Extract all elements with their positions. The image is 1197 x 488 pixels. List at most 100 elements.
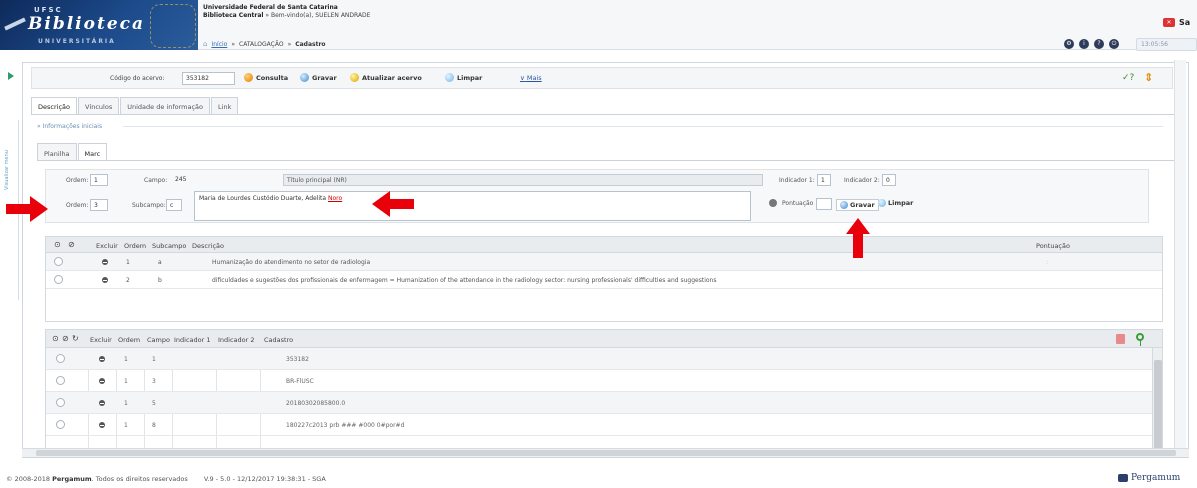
row-select-radio[interactable]: [56, 420, 65, 429]
atualizar-acervo-button[interactable]: Atualizar acervo: [350, 73, 422, 82]
info-icon[interactable]: i: [1079, 39, 1089, 49]
subfield-ordem-label: Ordem:: [66, 202, 89, 209]
clear-icon: [878, 199, 886, 207]
subfield-ordem-field[interactable]: 3: [90, 199, 108, 211]
copyright-year: © 2008-2018: [6, 475, 50, 483]
breadcrumb-section: CATALOGAÇÃO: [239, 40, 284, 48]
main-panel: Código do acervo: 353182 Consulta Gravar…: [22, 62, 1189, 458]
deselect-all-icon[interactable]: ⊘: [68, 240, 75, 249]
col-campo: Campo: [147, 336, 170, 344]
cell-descricao: Humanização do atendimento no setor de r…: [212, 259, 371, 266]
delete-icon[interactable]: [99, 400, 105, 406]
cell-campo: 8: [152, 422, 156, 429]
cell-ordem: 1: [124, 422, 128, 429]
table-row[interactable]: 1 3 BR-FlUSC: [46, 370, 1162, 392]
table-row[interactable]: 1 1 353182: [46, 348, 1162, 370]
exit-button[interactable]: ✕ Sa: [1163, 18, 1190, 27]
tab-vinculos[interactable]: Vínculos: [77, 97, 120, 115]
subfield-limpar-button[interactable]: Limpar: [878, 199, 913, 207]
delete-icon[interactable]: [99, 356, 105, 362]
delete-icon[interactable]: [99, 422, 105, 428]
expand-menu-icon[interactable]: [8, 72, 14, 80]
delete-icon[interactable]: [99, 378, 105, 384]
tab-link[interactable]: Link: [211, 97, 239, 115]
col-ordem: Ordem: [118, 336, 141, 344]
tab-unidade-informacao[interactable]: Unidade de informação: [120, 97, 211, 115]
table-scrollbar[interactable]: [1152, 348, 1162, 454]
save-icon: [300, 73, 309, 82]
tab-marc[interactable]: Marc: [77, 143, 108, 161]
mais-dropdown[interactable]: ∨ Mais: [520, 74, 542, 82]
cell-cadastro: 20180302085800.0: [286, 400, 346, 407]
sub-tabs: Planilha Marc: [37, 143, 108, 161]
col-indicador2: Indicador 2: [218, 336, 255, 344]
scrollbar-thumb[interactable]: [1154, 360, 1162, 454]
close-icon: ✕: [1163, 18, 1175, 27]
row-select-radio[interactable]: [54, 257, 63, 266]
breadcrumb-separator: »: [287, 40, 292, 48]
indicador2-field[interactable]: 0: [882, 174, 896, 186]
row-select-radio[interactable]: [56, 376, 65, 385]
pdf-icon[interactable]: [1116, 334, 1125, 344]
search-icon: [244, 73, 253, 82]
scrollbar-thumb[interactable]: [36, 450, 1176, 456]
institution-info: Universidade Federal de Santa Catarina B…: [203, 4, 370, 20]
row-select-radio[interactable]: [56, 398, 65, 407]
subfield-value-textarea[interactable]: Maria de Lourdes Custódio Duarte, Adelit…: [194, 191, 751, 221]
cell-ordem: 1: [124, 400, 128, 407]
row-select-radio[interactable]: [56, 354, 65, 363]
tab-descricao[interactable]: Descrição: [31, 97, 77, 115]
table-row[interactable]: 1 5 20180302085800.0: [46, 392, 1162, 414]
tab-planilha[interactable]: Planilha: [37, 143, 77, 161]
delete-icon[interactable]: [102, 259, 108, 265]
pergamum-logo-text: Pergamum: [1131, 473, 1181, 483]
info-section-toggle[interactable]: » Informações iniciais: [37, 123, 102, 130]
select-all-icon[interactable]: ⊙: [54, 240, 61, 249]
red-arrow-left-value: [372, 191, 414, 217]
ordem-field[interactable]: 1: [90, 174, 108, 186]
help-icon[interactable]: ?: [1094, 39, 1104, 49]
indicador1-field[interactable]: 1: [817, 174, 831, 186]
gravar-button[interactable]: Gravar: [300, 73, 337, 82]
save-icon: [840, 201, 848, 209]
acervo-code-input[interactable]: 353182: [182, 72, 235, 85]
page-footer: © 2008-2018 Pergamum. Todos os direitos …: [6, 475, 326, 483]
deselect-all-icon[interactable]: ⊘: [62, 334, 69, 343]
table-row[interactable]: 1 8 180227c2013 prb ### #000 0#por#d: [46, 414, 1162, 436]
check-icon[interactable]: ✓?: [1122, 73, 1134, 83]
refresh-icon: [350, 73, 359, 82]
chevron-down-icon: ∨: [520, 74, 525, 82]
library-logo[interactable]: UFSC Biblioteca UNIVERSITÁRIA: [0, 0, 198, 50]
pontuacao-field[interactable]: [816, 198, 832, 210]
breadcrumb-home-link[interactable]: Início: [211, 41, 227, 48]
campo-field[interactable]: 245: [172, 174, 191, 186]
delete-icon[interactable]: [102, 277, 108, 283]
consulta-button[interactable]: Consulta: [244, 73, 288, 82]
catalog-toolbar: Código do acervo: 353182 Consulta Gravar…: [31, 67, 1173, 89]
footer-brand: Pergamum: [52, 475, 92, 483]
show-menu-link[interactable]: Visualizar menu: [4, 110, 10, 190]
breadcrumb-separator: »: [231, 40, 236, 48]
subfield-gravar-label: Gravar: [850, 201, 875, 209]
row-select-radio[interactable]: [54, 275, 63, 284]
session-clock: 13:05:56: [1136, 38, 1197, 51]
page-horizontal-scrollbar[interactable]: [22, 448, 1189, 457]
limpar-button[interactable]: Limpar: [445, 73, 482, 82]
table-row[interactable]: 1 a Humanização do atendimento no setor …: [46, 253, 1162, 271]
settings-icon[interactable]: ⚙: [1064, 39, 1074, 49]
marc-field-form: Ordem: 1 Campo: 245 Título principal (NR…: [45, 169, 1149, 223]
punctuation-icon[interactable]: [769, 199, 777, 207]
sort-icon[interactable]: ⇕: [1144, 71, 1153, 84]
page-vertical-scrollbar[interactable]: [1174, 60, 1186, 456]
location-pin-icon[interactable]: [1136, 333, 1144, 346]
logo-swoosh: [4, 17, 26, 31]
header-icons: ⚙ i ? ⏻: [1064, 39, 1119, 49]
pergamum-logo[interactable]: Pergamum: [1118, 473, 1180, 483]
subcampo-field[interactable]: c: [166, 199, 182, 211]
select-all-icon[interactable]: ⊙: [52, 334, 59, 343]
table-row[interactable]: 2 b dificuldades e sugestões dos profiss…: [46, 271, 1162, 289]
subfield-value-text: Maria de Lourdes Custódio Duarte, Adelit…: [199, 195, 328, 202]
refresh-icon[interactable]: ↻: [72, 334, 79, 343]
power-icon[interactable]: ⏻: [1109, 39, 1119, 49]
subfield-gravar-button[interactable]: Gravar: [836, 199, 879, 211]
